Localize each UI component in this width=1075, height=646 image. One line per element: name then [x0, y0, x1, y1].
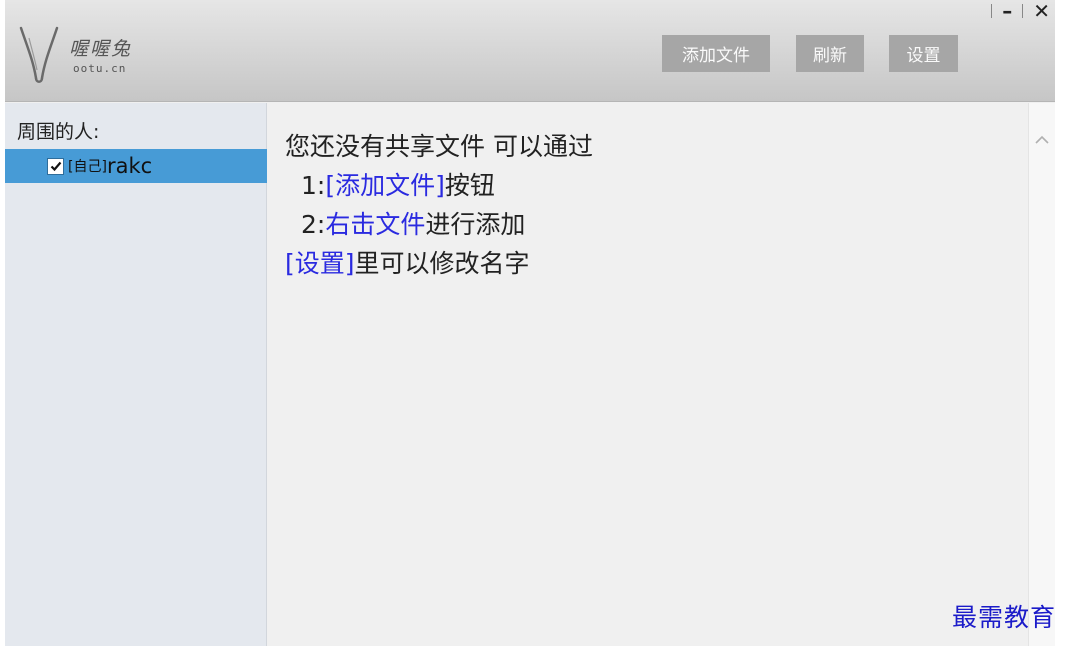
hint-line-3: [设置]里可以修改名字 — [285, 244, 1028, 283]
app-url: ootu.cn — [73, 62, 127, 75]
add-file-link[interactable]: [添加文件] — [325, 171, 445, 200]
hint-number: 2: — [301, 210, 326, 239]
sidebar-title: 周围的人: — [17, 121, 100, 143]
divider — [1022, 4, 1024, 18]
window-controls: – ✕ — [986, 0, 1055, 22]
watermark-text: 最需教育 — [952, 603, 1057, 632]
user-self-tag: [自己] — [68, 159, 107, 175]
hint-text: 进行添加 — [425, 210, 526, 239]
rabbit-logo-icon — [19, 26, 59, 83]
minimize-icon[interactable]: – — [997, 1, 1017, 21]
user-name: rakc — [106, 154, 153, 178]
chevron-up-icon[interactable] — [1035, 135, 1049, 145]
checkmark-icon — [50, 161, 61, 172]
vertical-scrollbar[interactable] — [1028, 103, 1055, 646]
user-list-item[interactable]: [自己] rakc — [5, 149, 267, 183]
hint-line-1: 1:[添加文件]按钮 — [285, 166, 1028, 205]
hint-line-2: 2:右击文件进行添加 — [285, 205, 1028, 244]
header-bar: 喔喔兔 ootu.cn – ✕ 添加文件 刷新 设置 — [5, 0, 1055, 102]
settings-link[interactable]: [设置] — [285, 249, 355, 278]
empty-message: 您还没有共享文件 可以通过 — [285, 132, 593, 161]
add-file-button[interactable]: 添加文件 — [662, 35, 770, 72]
right-click-link[interactable]: 右击文件 — [325, 210, 425, 239]
app-window: 喔喔兔 ootu.cn – ✕ 添加文件 刷新 设置 周围的人: [自己] ra… — [5, 0, 1055, 646]
close-icon[interactable]: ✕ — [1028, 1, 1055, 21]
refresh-button[interactable]: 刷新 — [796, 35, 864, 72]
app-name: 喔喔兔 — [69, 38, 133, 60]
user-checkbox[interactable] — [47, 157, 64, 175]
hint-number: 1: — [301, 171, 326, 200]
divider — [991, 4, 993, 18]
hint-text: 按钮 — [444, 171, 495, 200]
settings-button[interactable]: 设置 — [889, 35, 958, 72]
share-content-area: 您还没有共享文件 可以通过 1:[添加文件]按钮 2:右击文件进行添加 [设置]… — [268, 103, 1028, 646]
people-sidebar: 周围的人: [自己] rakc — [5, 103, 267, 646]
hint-text: 里可以修改名字 — [354, 249, 530, 278]
